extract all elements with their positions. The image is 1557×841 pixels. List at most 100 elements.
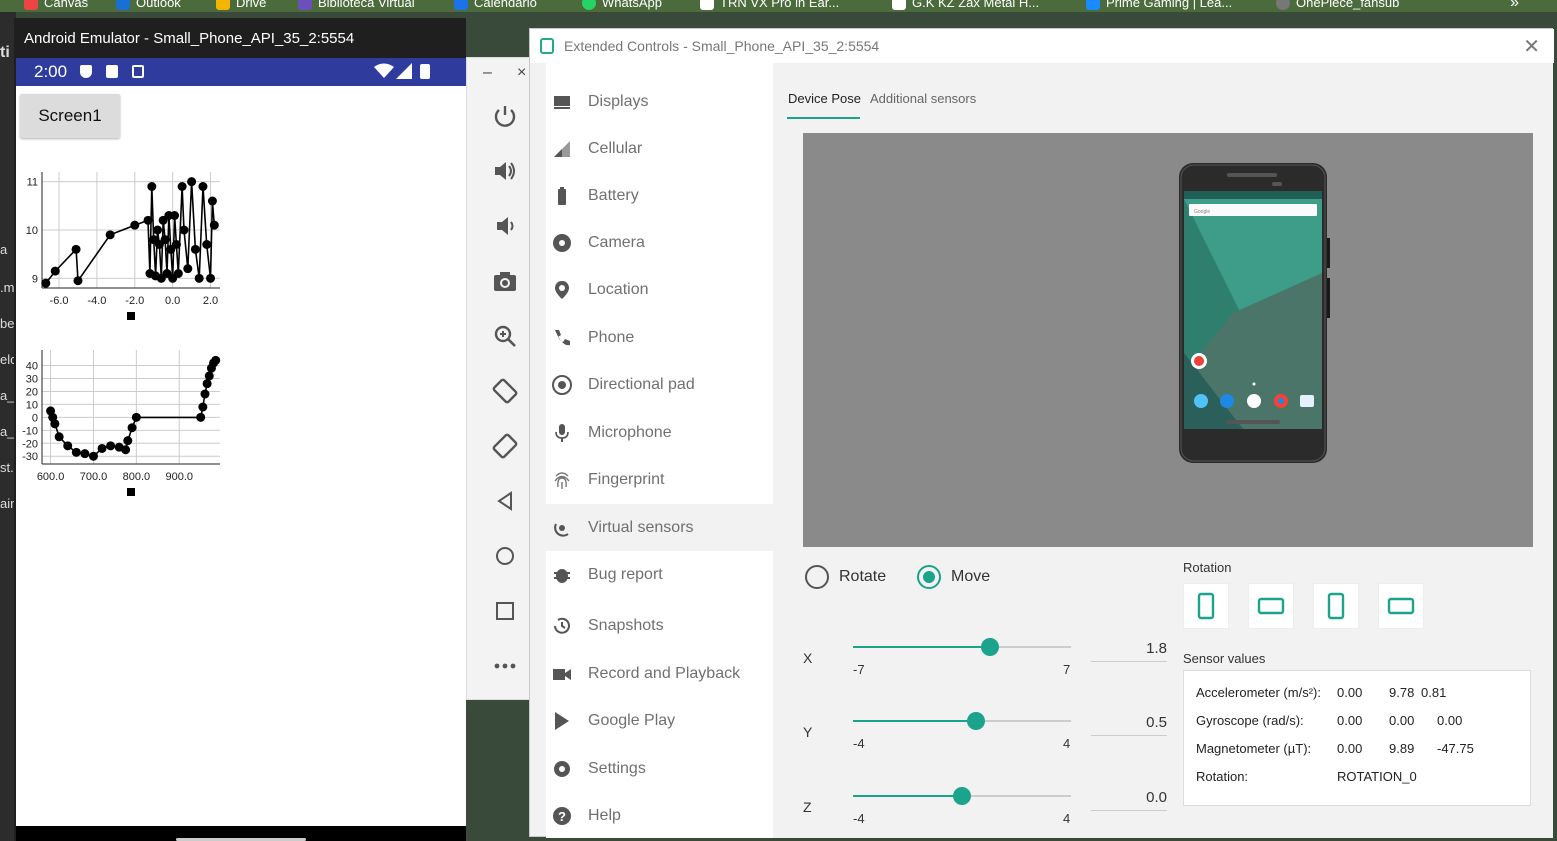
close-icon[interactable]: ✕ — [1523, 34, 1540, 59]
home-button[interactable] — [489, 540, 521, 572]
nav-item-cellular[interactable]: Cellular — [546, 125, 773, 172]
nav-item-record-and-playback[interactable]: Record and Playback — [546, 650, 773, 697]
bg-text: .m — [0, 280, 15, 295]
tab-device-pose[interactable]: Device Pose — [788, 91, 861, 106]
emulator-app-icon — [540, 38, 554, 54]
back-button[interactable] — [489, 485, 521, 517]
more-button[interactable] — [489, 650, 521, 682]
data-point — [71, 244, 81, 254]
portrait-icon — [1197, 592, 1215, 620]
nav-item-virtual-sensors[interactable]: Virtual sensors — [546, 504, 773, 551]
data-point — [121, 445, 131, 455]
data-point — [130, 220, 140, 230]
y-tick-label: 10 — [26, 399, 38, 411]
nav-item-camera[interactable]: Camera — [546, 219, 773, 266]
sensor-value: -47.75 — [1437, 741, 1474, 756]
tab-additional-sensors[interactable]: Additional sensors — [870, 91, 976, 106]
data-point — [171, 240, 181, 249]
nav-label: Displays — [588, 92, 649, 110]
nav-item-help[interactable]: ? Help — [546, 792, 773, 839]
bookmark-label: WhatsApp — [602, 0, 662, 10]
microphone-icon — [552, 423, 572, 443]
bookmark-outlook[interactable]: Outlook — [116, 0, 181, 10]
rotate-portrait-button[interactable] — [1183, 583, 1229, 629]
slider-y[interactable] — [853, 712, 1071, 730]
bookmark-prime[interactable]: Prime Gaming | Lea... — [1086, 0, 1232, 10]
nav-label: Phone — [588, 328, 635, 346]
bookmarks-more-button[interactable]: » — [1510, 0, 1519, 12]
overview-button[interactable] — [489, 595, 521, 627]
bookmark-whatsapp[interactable]: WhatsApp — [582, 0, 662, 10]
data-point — [147, 182, 157, 191]
settings-icon — [552, 759, 572, 779]
y-tick-label: 0 — [32, 412, 38, 424]
device-screen[interactable]: Screen1 -6.0 -4.0 -2.0 0.0 2.0 9 10 11 600.0 700… — [16, 86, 466, 826]
volume-down-button[interactable] — [489, 210, 521, 242]
x-tick-label: 600.0 — [37, 471, 65, 483]
bookmark-drive[interactable]: Drive — [216, 0, 266, 10]
rotate-reverse-landscape-button[interactable] — [1378, 583, 1424, 629]
slider-knob[interactable] — [980, 638, 999, 656]
calendar-icon — [454, 0, 468, 10]
bookmark-label: G.K KZ Zax Metal H... — [912, 0, 1040, 10]
y-tick-label: 10 — [26, 225, 38, 237]
slider-knob[interactable] — [966, 712, 985, 730]
nav-item-battery[interactable]: Battery — [546, 172, 773, 219]
bookmark-onepiece[interactable]: OnePiece_fansub — [1276, 0, 1399, 10]
data-point — [211, 355, 221, 365]
rotate-landscape-button[interactable] — [1248, 583, 1294, 629]
bookmark-biblioteca[interactable]: Biblioteca Virtual — [298, 0, 415, 10]
nav-item-snapshots[interactable]: Snapshots — [546, 602, 773, 649]
screen1-button[interactable]: Screen1 — [20, 94, 120, 138]
slider-z[interactable] — [853, 787, 1071, 805]
status-bar: 2:00 — [16, 58, 466, 86]
volume-up-button[interactable] — [489, 155, 521, 187]
bookmark-label: Prime Gaming | Lea... — [1106, 0, 1233, 10]
phone-model-icon: Google — [1179, 163, 1330, 463]
rotate-left-button[interactable] — [489, 375, 521, 407]
nav-item-displays[interactable]: Displays — [546, 78, 773, 125]
whatsapp-icon — [582, 0, 596, 10]
rotate-radio[interactable]: Rotate — [805, 565, 886, 589]
zoom-button[interactable] — [489, 320, 521, 352]
data-point — [143, 215, 153, 225]
bookmark-trn[interactable]: TRN VX Pro in Ear... — [700, 0, 839, 10]
slider-fill — [853, 646, 990, 648]
bookmark-label: Biblioteca Virtual — [318, 0, 415, 10]
fingerprint-icon — [552, 470, 572, 490]
move-label: Move — [951, 568, 991, 585]
slider-x[interactable] — [853, 638, 1071, 656]
slider-value-x[interactable]: 1.8 — [1091, 634, 1167, 662]
nav-item-bug-report[interactable]: Bug report — [546, 551, 773, 598]
bookmark-kz[interactable]: G.K KZ Zax Metal H... — [892, 0, 1039, 10]
nav-item-settings[interactable]: Settings — [546, 745, 773, 792]
slider-knob[interactable] — [953, 787, 971, 805]
close-button[interactable]: × — [517, 64, 526, 82]
screenshot-button[interactable] — [489, 265, 521, 297]
slider-value-y[interactable]: 0.5 — [1091, 708, 1167, 736]
nav-item-directional-pad[interactable]: Directional pad — [546, 361, 773, 408]
device-pose-viewport[interactable]: Google — [803, 133, 1533, 547]
amazon-icon — [892, 0, 906, 10]
nav-item-google-play[interactable]: Google Play — [546, 697, 773, 744]
bookmark-calendario[interactable]: Calendario — [454, 0, 537, 10]
nav-item-phone[interactable]: Phone — [546, 314, 773, 361]
shield-icon — [80, 65, 92, 78]
rotate-right-button[interactable] — [489, 430, 521, 462]
rotate-reverse-portrait-button[interactable] — [1313, 583, 1359, 629]
nav-item-microphone[interactable]: Microphone — [546, 409, 773, 456]
nav-item-location[interactable]: Location — [546, 266, 773, 313]
bookmark-canvas[interactable]: Canvas — [24, 0, 88, 10]
bg-text: a — [0, 242, 8, 257]
dpad-icon — [552, 374, 572, 395]
slider-value-z[interactable]: 0.0 — [1091, 783, 1167, 811]
nav-item-fingerprint[interactable]: Fingerprint — [546, 456, 773, 503]
minimize-button[interactable]: – — [483, 64, 492, 82]
bug-icon — [552, 565, 572, 585]
power-button[interactable] — [489, 100, 521, 132]
bookmark-label: Calendario — [474, 0, 537, 10]
nav-bar — [16, 826, 466, 841]
x-tick-label: 700.0 — [80, 471, 108, 483]
move-radio[interactable]: Move — [917, 565, 990, 589]
record-icon — [552, 664, 572, 684]
